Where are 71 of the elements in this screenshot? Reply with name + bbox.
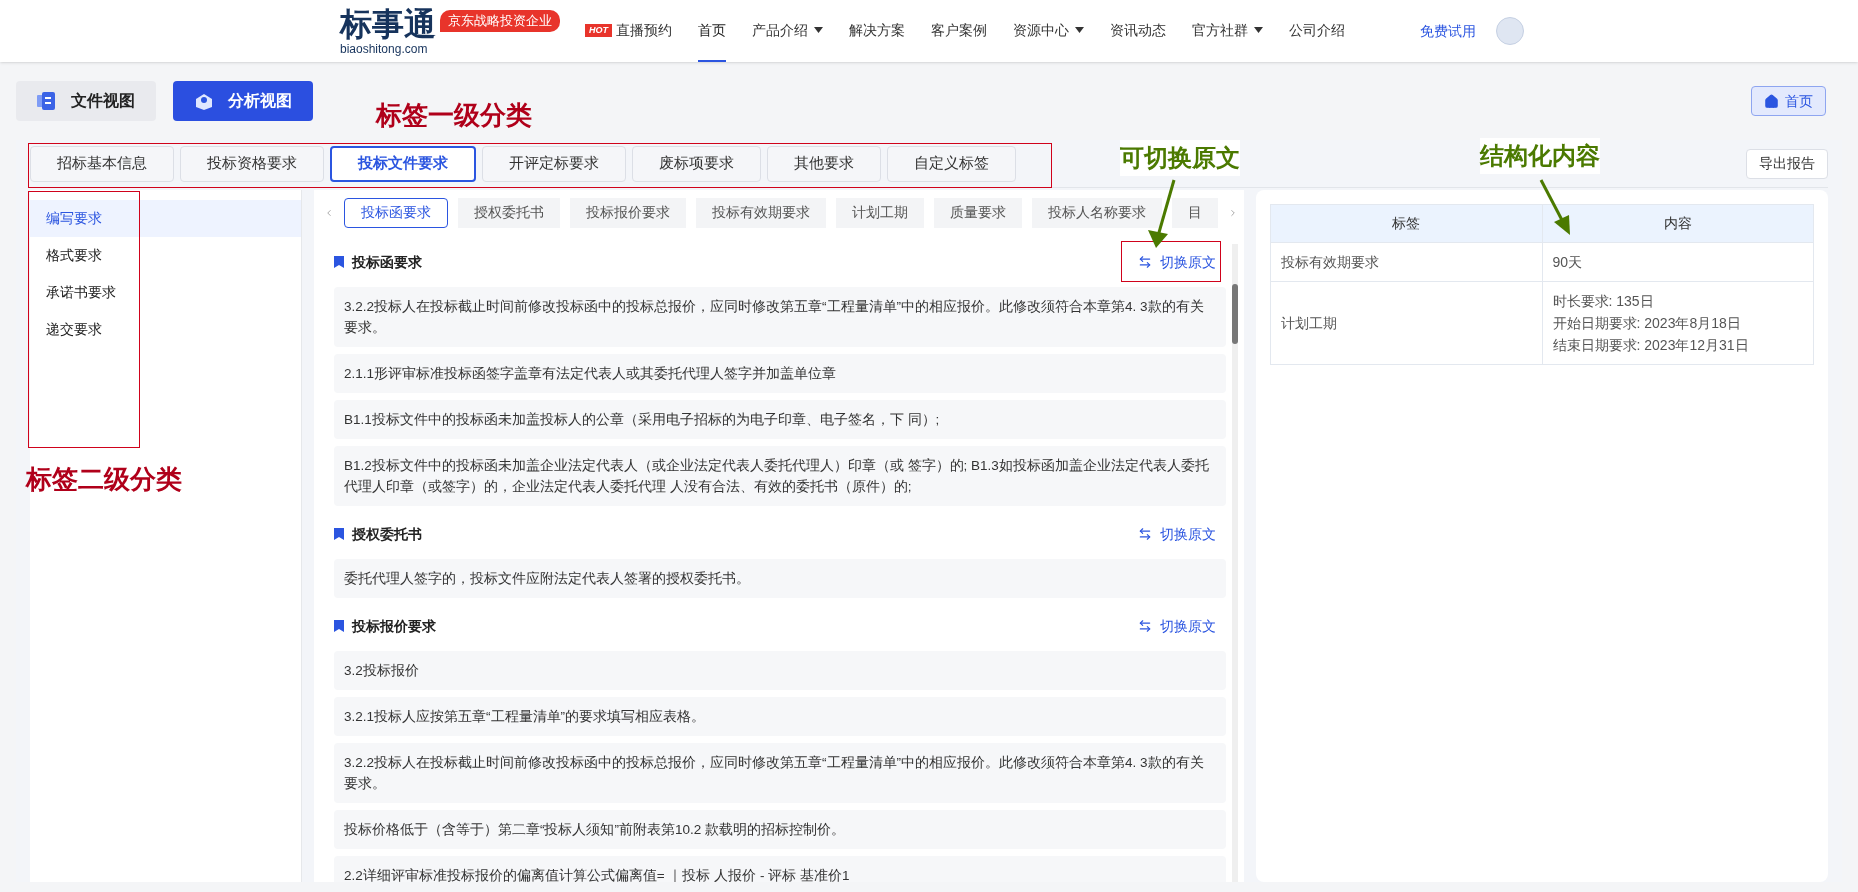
table-cell: 投标有效期要求 bbox=[1270, 242, 1542, 282]
nav-link[interactable]: 解决方案 bbox=[849, 0, 905, 62]
nav-link[interactable]: 首页 bbox=[698, 0, 726, 62]
category-tab[interactable]: 投标资格要求 bbox=[180, 145, 324, 182]
nav-label: 官方社群 bbox=[1192, 20, 1248, 40]
table-header-cell: 标签 bbox=[1270, 204, 1542, 243]
sub-tab[interactable]: 投标报价要求 bbox=[570, 198, 686, 228]
requirement-text: 3.2.2投标人在投标截止时间前修改投标函中的投标总报价，应同时修改第五章“工程量清单”中的相应报价。此修改须符合本章第4. 3款的有关要求。 bbox=[334, 743, 1226, 803]
toggle-original-button[interactable]: 切换原文 bbox=[1132, 611, 1222, 641]
annotation-label: 标签二级分类 bbox=[26, 463, 182, 496]
requirement-text: 投标价格低于（含等于）第二章“投标人须知”前附表第10.2 款载明的招标控制价。 bbox=[334, 810, 1226, 849]
nav-label: 解决方案 bbox=[849, 20, 905, 40]
nav-link[interactable]: 资源中心 bbox=[1013, 0, 1084, 62]
nav-link[interactable]: 客户案例 bbox=[931, 0, 987, 62]
logo-domain: biaoshitong.com bbox=[340, 42, 429, 56]
sidebar-item[interactable]: 格式要求 bbox=[30, 237, 301, 274]
toggle-original-button[interactable]: 切换原文 bbox=[1132, 519, 1222, 549]
annotation-label: 结构化内容 bbox=[1480, 138, 1600, 174]
sub-tab[interactable]: 质量要求 bbox=[934, 198, 1022, 228]
sub-tab[interactable]: 授权委托书 bbox=[458, 198, 560, 228]
sidebar-item[interactable]: 承诺书要求 bbox=[30, 274, 301, 311]
nav-label: 资讯动态 bbox=[1110, 20, 1166, 40]
requirement-text: 2.1.1形评审标准投标函签字盖章有法定代表人或其委托代理人签字并加盖单位章 bbox=[334, 354, 1226, 393]
view-toggle-button[interactable]: 分析视图 bbox=[173, 81, 313, 121]
nav-label: 客户案例 bbox=[931, 20, 987, 40]
free-trial-link[interactable]: 免费试用 bbox=[1420, 20, 1476, 42]
requirement-text: 委托代理人签字的，投标文件应附法定代表人签署的授权委托书。 bbox=[334, 559, 1226, 598]
nav-label: 直播预约 bbox=[616, 20, 672, 40]
logo-badge: 京东战略投资企业 bbox=[440, 10, 560, 32]
sidebar-item[interactable]: 编写要求 bbox=[30, 200, 301, 237]
nav-link[interactable]: 公司介绍 bbox=[1289, 0, 1345, 62]
requirement-text: B1.1投标文件中的投标函未加盖投标人的公章（采用电子招标的为电子印章、电子签名，下 同）; bbox=[334, 400, 1226, 439]
view-toggle-button[interactable]: 文件视图 bbox=[16, 81, 156, 121]
category-tab[interactable]: 其他要求 bbox=[767, 145, 881, 182]
sub-tab[interactable]: 目 bbox=[1172, 198, 1218, 228]
table-cell: 计划工期 bbox=[1270, 281, 1542, 365]
nav-label: 首页 bbox=[698, 20, 726, 40]
home-button[interactable]: 首页 bbox=[1751, 86, 1826, 116]
sub-tab[interactable]: 投标有效期要求 bbox=[696, 198, 826, 228]
sub-tab[interactable]: 投标人名称要求 bbox=[1032, 198, 1162, 228]
table-header-cell: 内容 bbox=[1542, 204, 1814, 243]
category-tab[interactable]: 废标项要求 bbox=[632, 145, 761, 182]
requirement-text: 3.2投标报价 bbox=[334, 651, 1226, 690]
category-tab[interactable]: 开评定标要求 bbox=[482, 145, 626, 182]
hot-badge: HOT bbox=[585, 23, 612, 37]
nav-label: 产品介绍 bbox=[752, 20, 808, 40]
nav-link[interactable]: 资讯动态 bbox=[1110, 0, 1166, 62]
category-tab[interactable]: 招标基本信息 bbox=[30, 145, 174, 182]
nav-link[interactable]: HOT 直播预约 bbox=[585, 0, 672, 62]
requirement-text: 3.2.1投标人应按第五章“工程量清单”的要求填写相应表格。 bbox=[334, 697, 1226, 736]
nav-link[interactable]: 官方社群 bbox=[1192, 0, 1263, 62]
annotation-label: 标签一级分类 bbox=[376, 99, 532, 132]
export-report-button[interactable]: 导出报告 bbox=[1746, 148, 1828, 179]
toggle-original-button[interactable]: 切换原文 bbox=[1132, 247, 1222, 277]
nav-link[interactable]: 产品介绍 bbox=[752, 0, 823, 62]
nav-label: 公司介绍 bbox=[1289, 20, 1345, 40]
section-title: 授权委托书 bbox=[352, 524, 422, 544]
sidebar-item[interactable]: 递交要求 bbox=[30, 311, 301, 348]
category-tab[interactable]: 投标文件要求 bbox=[330, 145, 476, 182]
category-tab[interactable]: 自定义标签 bbox=[887, 145, 1016, 182]
annotation-label: 可切换原文 bbox=[1120, 140, 1240, 176]
nav-label: 资源中心 bbox=[1013, 20, 1069, 40]
table-cell: 90天 bbox=[1542, 242, 1814, 282]
section-title: 投标函要求 bbox=[352, 252, 422, 272]
table-cell: 时长要求: 135日 开始日期要求: 2023年8月18日 结束日期要求: 2023年12月31日 bbox=[1542, 281, 1814, 365]
sub-tab[interactable]: 计划工期 bbox=[836, 198, 924, 228]
logo-text: 标事通 bbox=[340, 6, 436, 42]
sub-tab[interactable]: 投标函要求 bbox=[344, 198, 448, 228]
requirement-text: B1.2投标文件中的投标函未加盖企业法定代表人（或企业法定代表人委托代理人）印章（或 签字）的; B1.3如投标函加盖企业法定代表人委托代理人印章（或签字）的，企业法定代表人委托代理 人没有合法、有效的委托书（原件）的; bbox=[334, 446, 1226, 506]
requirement-text: 3.2.2投标人在投标截止时间前修改投标函中的投标总报价，应同时修改第五章“工程量清单”中的相应报价。此修改须符合本章第4. 3款的有关要求。 bbox=[334, 287, 1226, 347]
section-title: 投标报价要求 bbox=[352, 616, 436, 636]
